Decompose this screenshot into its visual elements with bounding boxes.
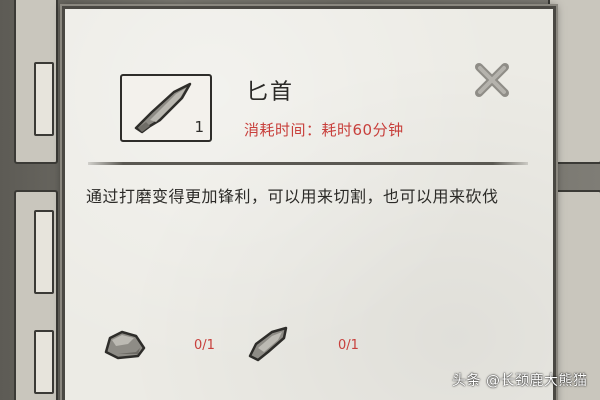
close-button[interactable] (470, 58, 514, 102)
background-slot (34, 62, 54, 136)
material-count: 0/1 (338, 338, 359, 353)
dagger-icon (134, 82, 192, 134)
material-count: 0/1 (194, 338, 215, 353)
item-description: 通过打磨变得更加锋利，可以用来切割，也可以用来砍伐 (86, 187, 499, 206)
item-slot: 1 (120, 74, 212, 142)
background-slot (34, 210, 54, 294)
material-slot[interactable]: 0/1 (100, 322, 230, 366)
game-screen: 1 匕首 消耗时间：耗时60分钟 通过打磨变得更加锋利，可以用来切割，也可以用来… (0, 0, 600, 400)
watermark-text: 头条 @长颈鹿大熊猫 (452, 373, 588, 389)
background-slot (34, 330, 54, 394)
close-icon (475, 63, 509, 97)
divider (88, 162, 528, 165)
item-title: 匕首 (246, 80, 295, 105)
time-cost-text: 消耗时间：耗时60分钟 (244, 121, 404, 139)
item-count: 1 (194, 118, 204, 136)
stone-icon (104, 330, 146, 360)
flint-shard-icon (248, 326, 288, 362)
material-slot[interactable]: 0/1 (244, 322, 374, 366)
